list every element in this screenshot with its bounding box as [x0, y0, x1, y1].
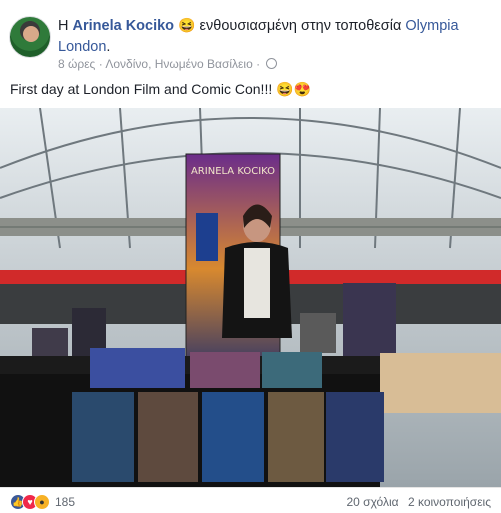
- comments-link[interactable]: 20 σχόλια: [346, 495, 398, 509]
- reaction-count: 185: [55, 495, 76, 509]
- meta-separator: ·: [256, 57, 261, 71]
- wooden-table: [380, 353, 501, 413]
- post-title-line: Η Arinela Kociko 😆 ενθουσιασμένη στην το…: [58, 15, 494, 58]
- tardis-shape: [196, 213, 218, 261]
- wow-icon: ●: [34, 494, 50, 510]
- meta-separator: ·: [98, 57, 103, 71]
- post-header: Η Arinela Kociko 😆 ενθουσιασμένη στην το…: [9, 13, 494, 75]
- art-print: [300, 313, 336, 353]
- post-message: First day at London Film and Comic Con!!…: [10, 81, 273, 97]
- reactions-summary[interactable]: 👍 ♥ ● 185: [10, 494, 75, 510]
- place-link[interactable]: Λονδίνο, Ηνωμένο Βασίλειο: [105, 57, 252, 71]
- author-prefix: Η: [58, 18, 69, 34]
- author-name-link[interactable]: Arinela Kociko: [73, 18, 175, 34]
- globe-icon[interactable]: [266, 58, 278, 69]
- print-row: [72, 392, 384, 482]
- small-prints: [90, 348, 322, 388]
- post-meta: 8 ώρες · Λονδίνο, Ηνωμένο Βασίλειο ·: [58, 57, 278, 71]
- photo-illustration: ARINELA KOCIKO: [0, 108, 501, 487]
- sticker-board: [343, 283, 396, 359]
- feeling-text: ενθουσιασμένη στην τοποθεσία: [199, 18, 402, 34]
- shares-link[interactable]: 2 κοινοποιήσεις: [408, 495, 491, 509]
- post-stats: 20 σχόλια 2 κοινοποιήσεις: [346, 495, 491, 509]
- post-footer: 👍 ♥ ● 185 20 σχόλια 2 κοινοποιήσεις: [0, 487, 501, 513]
- post-time-link[interactable]: 8 ώρες: [58, 57, 95, 71]
- avatar[interactable]: [9, 16, 51, 58]
- banner-title: ARINELA KOCIKO: [191, 166, 275, 177]
- post-text: First day at London Film and Comic Con!!…: [10, 79, 311, 99]
- feeling-emoji-icon: 😆: [178, 17, 196, 33]
- post-emojis: 😆😍: [276, 81, 311, 97]
- location-suffix: .: [106, 39, 111, 55]
- person-shirt: [244, 248, 270, 318]
- post-photo[interactable]: ARINELA KOCIKO: [0, 108, 501, 487]
